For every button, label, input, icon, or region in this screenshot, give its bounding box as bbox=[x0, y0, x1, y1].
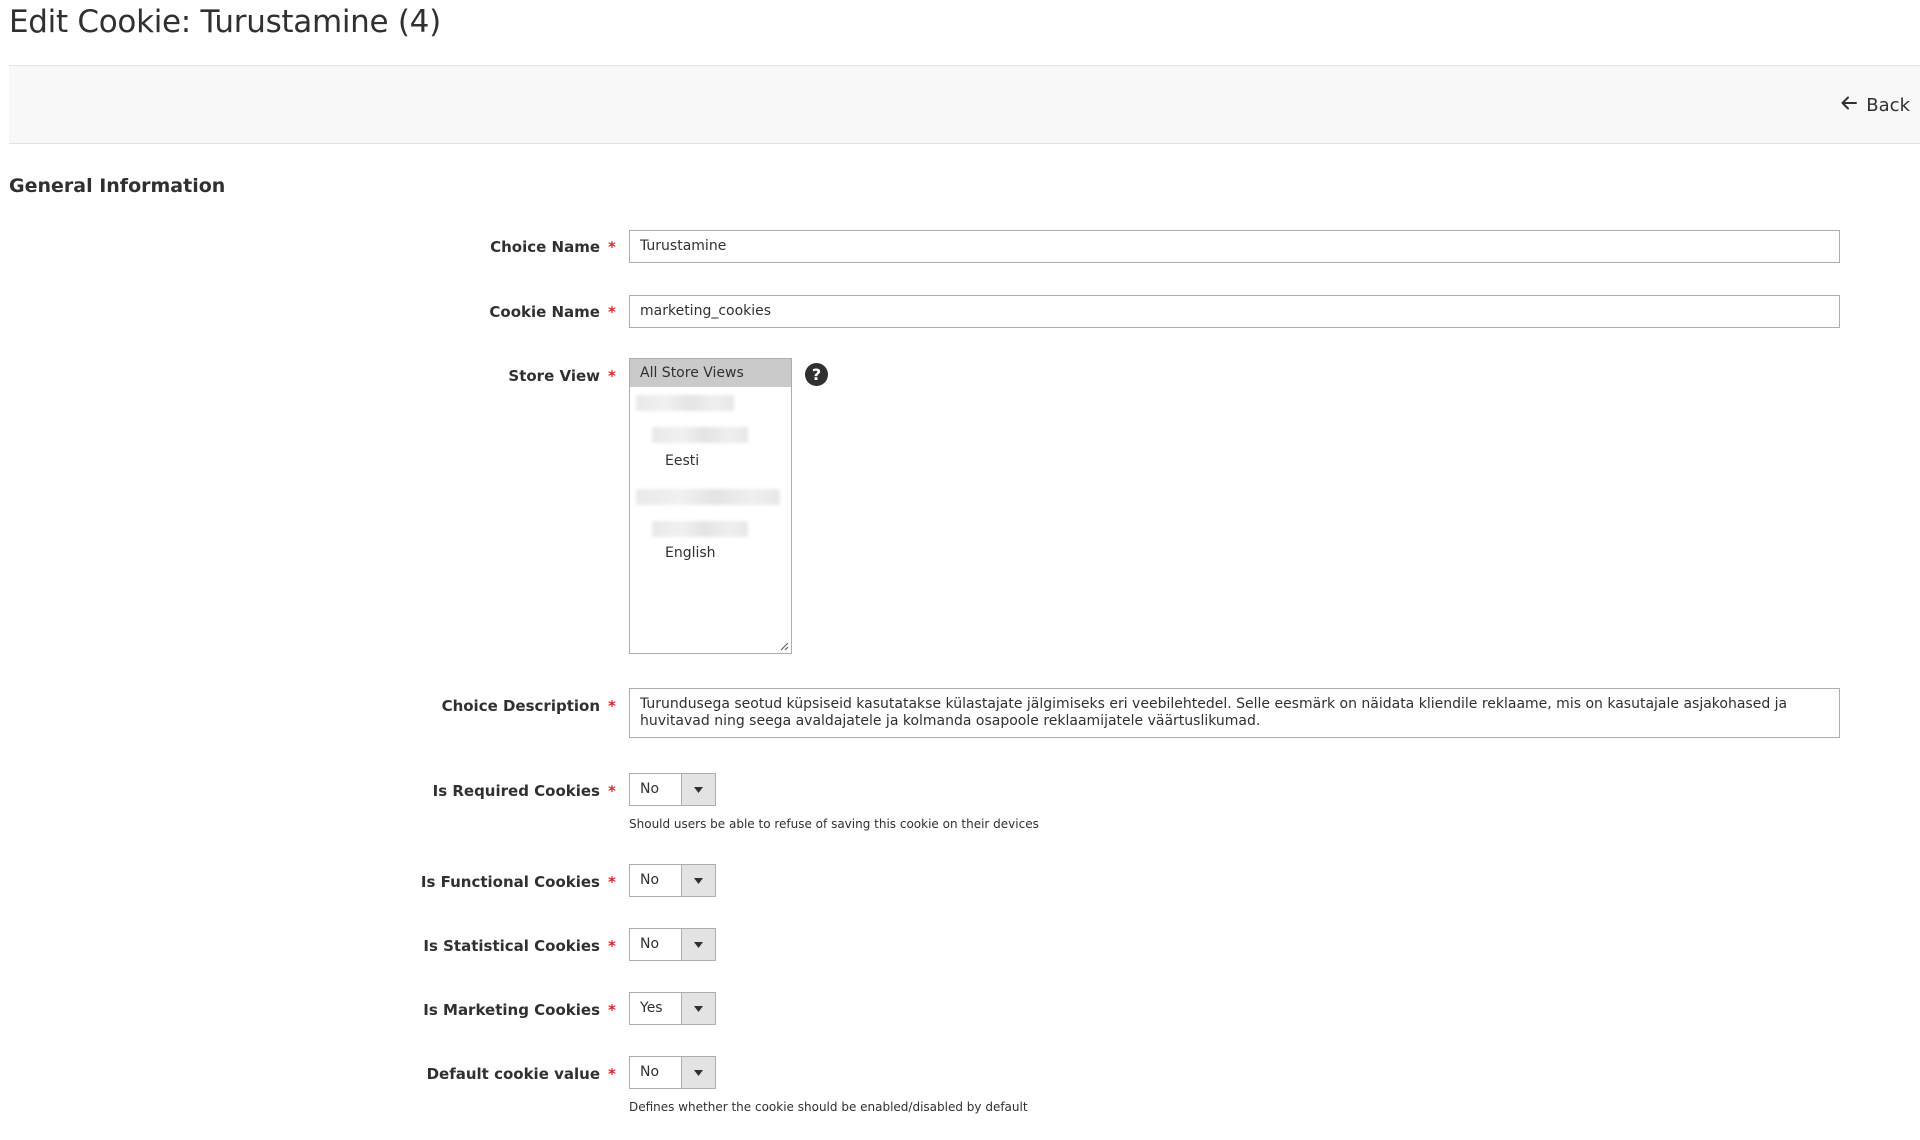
store-view-multiselect[interactable]: All Store Views Eesti English bbox=[629, 358, 792, 654]
back-button[interactable]: Back bbox=[1840, 92, 1910, 118]
choice-name-input[interactable]: Turustamine bbox=[629, 230, 1840, 263]
required-mark: * bbox=[608, 873, 616, 891]
required-mark: * bbox=[608, 1001, 616, 1019]
store-view-option-all[interactable]: All Store Views bbox=[630, 359, 791, 387]
is-statistical-cookies-label: Is Statistical Cookies bbox=[423, 937, 600, 955]
required-mark: * bbox=[608, 782, 616, 800]
choice-name-label: Choice Name bbox=[490, 238, 600, 256]
required-mark: * bbox=[608, 1065, 616, 1083]
select-value: No bbox=[640, 872, 660, 888]
choice-description-label: Choice Description bbox=[441, 697, 600, 715]
is-required-cookies-select[interactable]: No bbox=[629, 773, 716, 806]
cookie-name-label: Cookie Name bbox=[489, 303, 600, 321]
store-view-option-english[interactable]: English bbox=[630, 539, 791, 567]
arrow-left-icon bbox=[1840, 94, 1858, 117]
default-cookie-value-note: Defines whether the cookie should be ena… bbox=[629, 1100, 1028, 1114]
select-value: No bbox=[640, 936, 660, 952]
help-icon[interactable]: ? bbox=[805, 363, 828, 386]
is-marketing-cookies-select[interactable]: Yes bbox=[629, 992, 716, 1025]
default-cookie-value-select[interactable]: No bbox=[629, 1056, 716, 1089]
store-view-option-eesti[interactable]: Eesti bbox=[630, 447, 791, 475]
store-view-label: Store View bbox=[508, 367, 600, 385]
required-mark: * bbox=[608, 937, 616, 955]
redacted-store-label bbox=[652, 427, 748, 443]
redacted-website-label bbox=[636, 395, 734, 411]
select-value: No bbox=[640, 781, 660, 797]
chevron-down-icon bbox=[681, 774, 715, 805]
page-actions-bar: Back bbox=[9, 65, 1920, 144]
is-marketing-cookies-label: Is Marketing Cookies bbox=[423, 1001, 600, 1019]
chevron-down-icon bbox=[681, 929, 715, 960]
required-mark: * bbox=[608, 367, 616, 385]
default-cookie-value-label: Default cookie value bbox=[426, 1065, 600, 1083]
chevron-down-icon bbox=[681, 1057, 715, 1088]
required-mark: * bbox=[608, 303, 616, 321]
back-label: Back bbox=[1866, 94, 1910, 116]
choice-description-textarea[interactable]: Turundusega seotud küpsiseid kasutatakse… bbox=[629, 688, 1840, 738]
page-title: Edit Cookie: Turustamine (4) bbox=[9, 4, 441, 40]
cookie-name-input[interactable]: marketing_cookies bbox=[629, 295, 1840, 328]
select-value: No bbox=[640, 1064, 660, 1080]
required-mark: * bbox=[608, 238, 616, 256]
is-required-cookies-note: Should users be able to refuse of saving… bbox=[629, 817, 1039, 831]
is-statistical-cookies-select[interactable]: No bbox=[629, 928, 716, 961]
chevron-down-icon bbox=[681, 993, 715, 1024]
chevron-down-icon bbox=[681, 865, 715, 896]
select-value: Yes bbox=[640, 1000, 663, 1016]
is-functional-cookies-label: Is Functional Cookies bbox=[420, 873, 600, 891]
redacted-store-label bbox=[652, 521, 748, 537]
resize-grip-icon[interactable] bbox=[780, 642, 789, 651]
is-functional-cookies-select[interactable]: No bbox=[629, 864, 716, 897]
required-mark: * bbox=[608, 697, 616, 715]
section-title-general-information: General Information bbox=[9, 175, 226, 197]
is-required-cookies-label: Is Required Cookies bbox=[432, 782, 600, 800]
redacted-website-label bbox=[636, 489, 780, 505]
